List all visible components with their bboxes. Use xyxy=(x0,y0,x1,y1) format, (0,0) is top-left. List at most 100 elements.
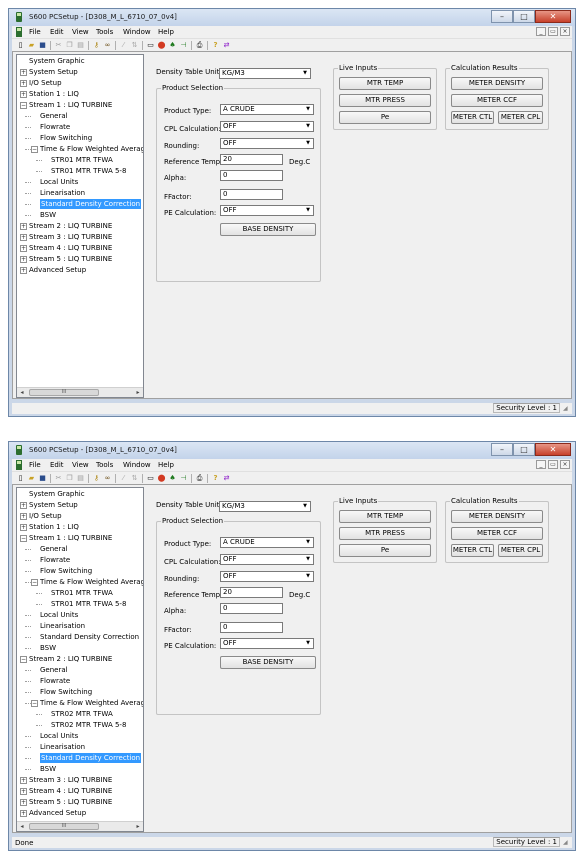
pe-calc-select[interactable]: OFF ▼ xyxy=(220,205,314,216)
menu-file[interactable]: File xyxy=(29,461,41,469)
product-type-select[interactable]: A CRUDE ▼ xyxy=(220,104,314,115)
transfer-icon[interactable]: ⊣ xyxy=(179,474,188,483)
product-type-select[interactable]: A CRUDE ▼ xyxy=(220,537,314,548)
binoculars-icon[interactable]: ∞ xyxy=(103,41,112,50)
pe-calc-select[interactable]: OFF ▼ xyxy=(220,638,314,649)
menu-tools[interactable]: Tools xyxy=(96,28,113,36)
meter-cpl-button[interactable]: METER CPL xyxy=(498,544,543,557)
tree-item-str02-mtr-tfwa-5-8[interactable]: STR02 MTR TFWA 5-8 xyxy=(51,720,126,730)
tree-item-general[interactable]: General xyxy=(40,665,68,675)
expand-icon[interactable]: + xyxy=(20,245,27,252)
maximize-button[interactable]: □ xyxy=(513,443,535,456)
resize-grip[interactable]: ◢ xyxy=(563,405,571,413)
expand-icon[interactable]: + xyxy=(20,524,27,531)
tree-item-stream-1-liq-turbine[interactable]: Stream 1 : LIQ TURBINE xyxy=(29,533,112,543)
close-button[interactable]: ✕ xyxy=(535,443,571,456)
expand-icon[interactable]: + xyxy=(20,91,27,98)
expand-icon[interactable]: + xyxy=(20,788,27,795)
tree-item-time-flow-weighted-averag[interactable]: Time & Flow Weighted Averag xyxy=(40,144,143,154)
density-units-select[interactable]: KG/M3 ▼ xyxy=(219,501,311,512)
menu-edit[interactable]: Edit xyxy=(50,461,64,469)
tree-item-time-flow-weighted-averag[interactable]: Time & Flow Weighted Averag xyxy=(40,698,143,708)
rounding-select[interactable]: OFF ▼ xyxy=(220,571,314,582)
tree-horizontal-scrollbar[interactable]: ◂ III ▸ xyxy=(17,821,143,831)
doc-icon[interactable] xyxy=(15,460,23,470)
minimize-button[interactable]: – xyxy=(491,10,513,23)
density-units-select[interactable]: KG/M3 ▼ xyxy=(219,68,311,79)
mtr-temp-button[interactable]: MTR TEMP xyxy=(339,510,431,523)
tree-item-standard-density-correction[interactable]: Standard Density Correction xyxy=(40,632,139,642)
tree-item-i-o-setup[interactable]: I/O Setup xyxy=(29,78,62,88)
navigation-tree[interactable]: ◂ III ▸ System Graphic + System Setup + I/O … xyxy=(16,54,144,398)
expand-icon[interactable]: + xyxy=(20,80,27,87)
tree-item-linearisation[interactable]: Linearisation xyxy=(40,742,85,752)
swap-icon[interactable]: ⇄ xyxy=(222,41,231,50)
expand-icon[interactable]: + xyxy=(20,223,27,230)
tree-item-stream-4-liq-turbine[interactable]: Stream 4 : LIQ TURBINE xyxy=(29,243,112,253)
base-density-button[interactable]: BASE DENSITY xyxy=(220,656,316,669)
stop-icon[interactable]: ⬤ xyxy=(157,41,166,50)
expand-icon[interactable]: + xyxy=(20,69,27,76)
tree-item-station-1-liq[interactable]: Station 1 : LIQ xyxy=(29,522,79,532)
mdi-close-button[interactable]: × xyxy=(560,460,570,469)
tree-item-str01-mtr-tfwa-5-8[interactable]: STR01 MTR TFWA 5-8 xyxy=(51,166,126,176)
rectangle-icon[interactable]: ▭ xyxy=(146,41,155,50)
paste-icon[interactable]: ▤ xyxy=(76,474,85,483)
print-icon[interactable]: ⎙ xyxy=(195,474,204,483)
collapse-icon[interactable]: − xyxy=(31,146,38,153)
tree-item-system-graphic[interactable]: System Graphic xyxy=(29,489,85,499)
tree-item-general[interactable]: General xyxy=(40,111,68,121)
collapse-icon[interactable]: − xyxy=(31,700,38,707)
maximize-button[interactable]: □ xyxy=(513,10,535,23)
scroll-left-arrow[interactable]: ◂ xyxy=(17,822,27,831)
mtr-press-button[interactable]: MTR PRESS xyxy=(339,94,431,107)
doc-icon[interactable] xyxy=(15,27,23,37)
meter-density-button[interactable]: METER DENSITY xyxy=(451,510,543,523)
ref-temp-input[interactable]: 20 xyxy=(220,154,283,165)
tree-item-system-setup[interactable]: System Setup xyxy=(29,500,78,510)
minimize-button[interactable]: – xyxy=(491,443,513,456)
tree-item-station-1-liq[interactable]: Station 1 : LIQ xyxy=(29,89,79,99)
cut-icon[interactable]: ✂ xyxy=(54,474,63,483)
tree-item-flow-switching[interactable]: Flow Switching xyxy=(40,687,92,697)
open-folder-icon[interactable]: ▰ xyxy=(27,474,36,483)
help-icon[interactable]: ? xyxy=(211,41,220,50)
meter-density-button[interactable]: METER DENSITY xyxy=(451,77,543,90)
tree-item-flow-switching[interactable]: Flow Switching xyxy=(40,566,92,576)
tree-item-str01-mtr-tfwa[interactable]: STR01 MTR TFWA xyxy=(51,588,113,598)
mtr-press-button[interactable]: MTR PRESS xyxy=(339,527,431,540)
ffactor-input[interactable]: 0 xyxy=(220,622,283,633)
tree-item-standard-density-correction[interactable]: Standard Density Correction xyxy=(40,199,142,209)
connect-icon[interactable]: ♠ xyxy=(168,474,177,483)
resize-grip[interactable]: ◢ xyxy=(563,839,571,847)
tree-item-stream-2-liq-turbine[interactable]: Stream 2 : LIQ TURBINE xyxy=(29,654,112,664)
expand-icon[interactable]: + xyxy=(20,267,27,274)
meter-cpl-button[interactable]: METER CPL xyxy=(498,111,543,124)
menu-window[interactable]: Window xyxy=(123,28,151,36)
scroll-thumb[interactable]: III xyxy=(29,389,99,396)
tree-item-i-o-setup[interactable]: I/O Setup xyxy=(29,511,62,521)
tree-item-stream-4-liq-turbine[interactable]: Stream 4 : LIQ TURBINE xyxy=(29,786,112,796)
rounding-select[interactable]: OFF ▼ xyxy=(220,138,314,149)
meter-ctl-button[interactable]: METER CTL xyxy=(451,111,494,124)
collapse-icon[interactable]: − xyxy=(20,535,27,542)
help-icon[interactable]: ? xyxy=(211,474,220,483)
tree-item-stream-2-liq-turbine[interactable]: Stream 2 : LIQ TURBINE xyxy=(29,221,112,231)
tree-item-linearisation[interactable]: Linearisation xyxy=(40,188,85,198)
rectangle-icon[interactable]: ▭ xyxy=(146,474,155,483)
mtr-temp-button[interactable]: MTR TEMP xyxy=(339,77,431,90)
tree-item-local-units[interactable]: Local Units xyxy=(40,731,78,741)
expand-icon[interactable]: + xyxy=(20,513,27,520)
tree-item-standard-density-correction[interactable]: Standard Density Correction xyxy=(40,753,142,763)
tree-horizontal-scrollbar[interactable]: ◂ III ▸ xyxy=(17,387,143,397)
tree-item-stream-3-liq-turbine[interactable]: Stream 3 : LIQ TURBINE xyxy=(29,775,112,785)
compare-icon[interactable]: ⇅ xyxy=(130,474,139,483)
expand-icon[interactable]: + xyxy=(20,777,27,784)
collapse-icon[interactable]: − xyxy=(20,656,27,663)
cpl-calc-select[interactable]: OFF ▼ xyxy=(220,121,314,132)
pe-button[interactable]: Pe xyxy=(339,544,431,557)
tree-item-linearisation[interactable]: Linearisation xyxy=(40,621,85,631)
wand-icon[interactable]: ⁄ xyxy=(119,41,128,50)
menu-tools[interactable]: Tools xyxy=(96,461,113,469)
tree-item-local-units[interactable]: Local Units xyxy=(40,177,78,187)
